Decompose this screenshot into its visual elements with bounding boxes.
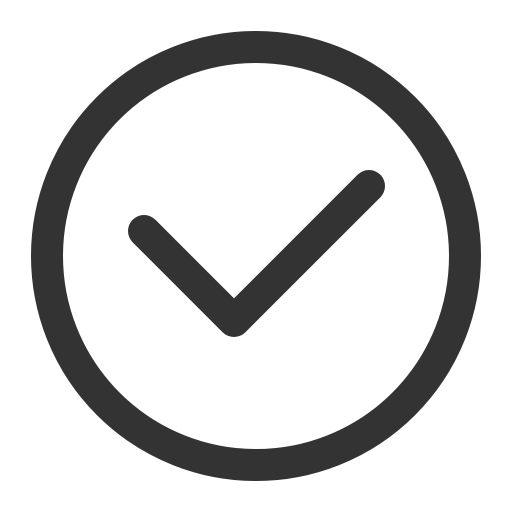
check-mark-icon [128,170,385,337]
check-circle-icon [0,0,512,512]
circle-outline [31,31,481,481]
check-circle-svg [31,31,481,481]
